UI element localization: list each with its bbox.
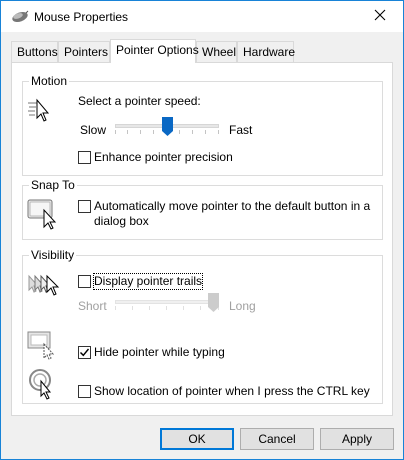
hide-typing-row[interactable]: Hide pointer while typing (78, 345, 225, 360)
show-location-row[interactable]: Show location of pointer when I press th… (78, 384, 370, 399)
cancel-button[interactable]: Cancel (240, 428, 314, 450)
tab-wheel[interactable]: Wheel (196, 41, 237, 62)
auto-move-label: Automatically move pointer to the defaul… (94, 199, 371, 228)
long-label: Long (229, 299, 256, 313)
hide-typing-label: Hide pointer while typing (94, 345, 225, 359)
slow-label: Slow (80, 123, 107, 137)
fast-label: Fast (229, 123, 253, 137)
visibility-group: Visibility Display pointer trails Short (22, 248, 383, 404)
tab-buttons[interactable]: Buttons (11, 41, 58, 62)
pointer-trails-row[interactable]: Display pointer trails (78, 273, 204, 290)
visibility-group-label: Visibility (29, 248, 77, 262)
snap-to-group-label: Snap To (29, 178, 77, 192)
pointer-speed-slider-thumb[interactable] (162, 117, 173, 137)
short-label: Short (78, 299, 107, 313)
enhance-precision-checkbox[interactable] (78, 151, 91, 164)
motion-group: Motion Select a pointer speed: Slow Fast… (22, 74, 383, 176)
pointer-trails-checkbox[interactable] (78, 275, 91, 288)
pointer-speed-slider[interactable] (115, 117, 219, 137)
show-location-checkbox[interactable] (78, 385, 91, 398)
tab-hardware[interactable]: Hardware (237, 41, 295, 62)
hide-pointer-icon (27, 330, 59, 363)
mouse-properties-window: Mouse Properties Buttons Pointers Pointe… (0, 0, 404, 460)
auto-move-checkbox[interactable] (78, 200, 91, 213)
hide-typing-checkbox[interactable] (78, 346, 91, 359)
title-bar[interactable]: Mouse Properties (1, 1, 403, 32)
ok-button[interactable]: OK (160, 428, 234, 450)
mouse-icon (11, 9, 29, 26)
pointer-options-panel: Motion Select a pointer speed: Slow Fast… (11, 62, 393, 416)
close-icon (374, 9, 386, 24)
pointer-trails-icon (27, 270, 61, 303)
speed-label: Select a pointer speed: (78, 94, 201, 108)
trail-length-slider[interactable] (115, 293, 219, 313)
pointer-location-icon (28, 368, 60, 403)
window-title: Mouse Properties (34, 10, 129, 24)
auto-move-row[interactable]: Automatically move pointer to the defaul… (78, 199, 378, 229)
checkmark-icon (80, 348, 90, 357)
close-button[interactable] (357, 1, 403, 32)
enhance-precision-row[interactable]: Enhance pointer precision (78, 150, 233, 165)
apply-button[interactable]: Apply (320, 428, 394, 450)
pointer-speed-icon (27, 97, 55, 128)
tab-pointers[interactable]: Pointers (58, 41, 110, 62)
enhance-precision-label: Enhance pointer precision (94, 150, 233, 164)
pointer-trails-label: Display pointer trails (92, 273, 204, 290)
snap-to-button-icon (27, 197, 61, 234)
snap-to-group: Snap To Automatically move pointer to th… (22, 178, 383, 240)
show-location-label: Show location of pointer when I press th… (94, 384, 370, 398)
trail-length-slider-thumb[interactable] (208, 293, 219, 313)
tab-pointer-options[interactable]: Pointer Options (110, 39, 199, 63)
motion-group-label: Motion (29, 74, 70, 88)
